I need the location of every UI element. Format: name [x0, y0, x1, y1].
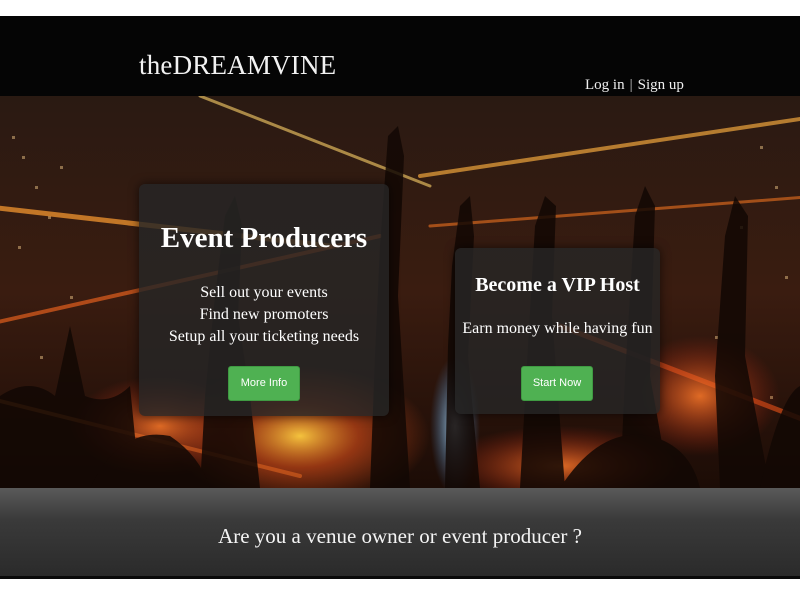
login-link[interactable]: Log in — [585, 77, 625, 93]
site-header: theDREAMVINE Log in | Sign up — [0, 16, 800, 96]
more-info-button[interactable]: More Info — [228, 366, 300, 401]
feature-line: Setup all your ticketing needs — [168, 328, 360, 345]
site-logo[interactable]: theDREAMVINE — [139, 50, 336, 81]
venue-banner-text[interactable]: Are you a venue owner or event producer … — [0, 524, 800, 549]
venue-banner: Are you a venue owner or event producer … — [0, 488, 800, 578]
footer-divider — [0, 576, 800, 579]
vip-host-title: Become a VIP Host — [475, 274, 640, 296]
feature-line: Find new promoters — [199, 306, 329, 323]
event-producers-card: Event Producers Sell out your events Fin… — [139, 184, 389, 416]
auth-links: Log in | Sign up — [585, 77, 684, 94]
top-strip — [0, 0, 800, 16]
feature-line: Sell out your events — [200, 284, 328, 301]
hero-background-image — [0, 96, 800, 488]
auth-separator: | — [629, 77, 633, 93]
hero-section: Event Producers Sell out your events Fin… — [0, 96, 800, 488]
signup-link[interactable]: Sign up — [638, 77, 684, 93]
vip-host-subtitle: Earn money while having fun — [462, 320, 653, 337]
vip-host-card: Become a VIP Host Earn money while havin… — [455, 248, 660, 414]
event-producers-title: Event Producers — [160, 222, 368, 254]
event-producers-features: Sell out your events Find new promoters … — [139, 282, 389, 348]
start-now-button[interactable]: Start Now — [521, 366, 593, 401]
landing-page: theDREAMVINE Log in | Sign up Event Prod… — [0, 0, 800, 600]
